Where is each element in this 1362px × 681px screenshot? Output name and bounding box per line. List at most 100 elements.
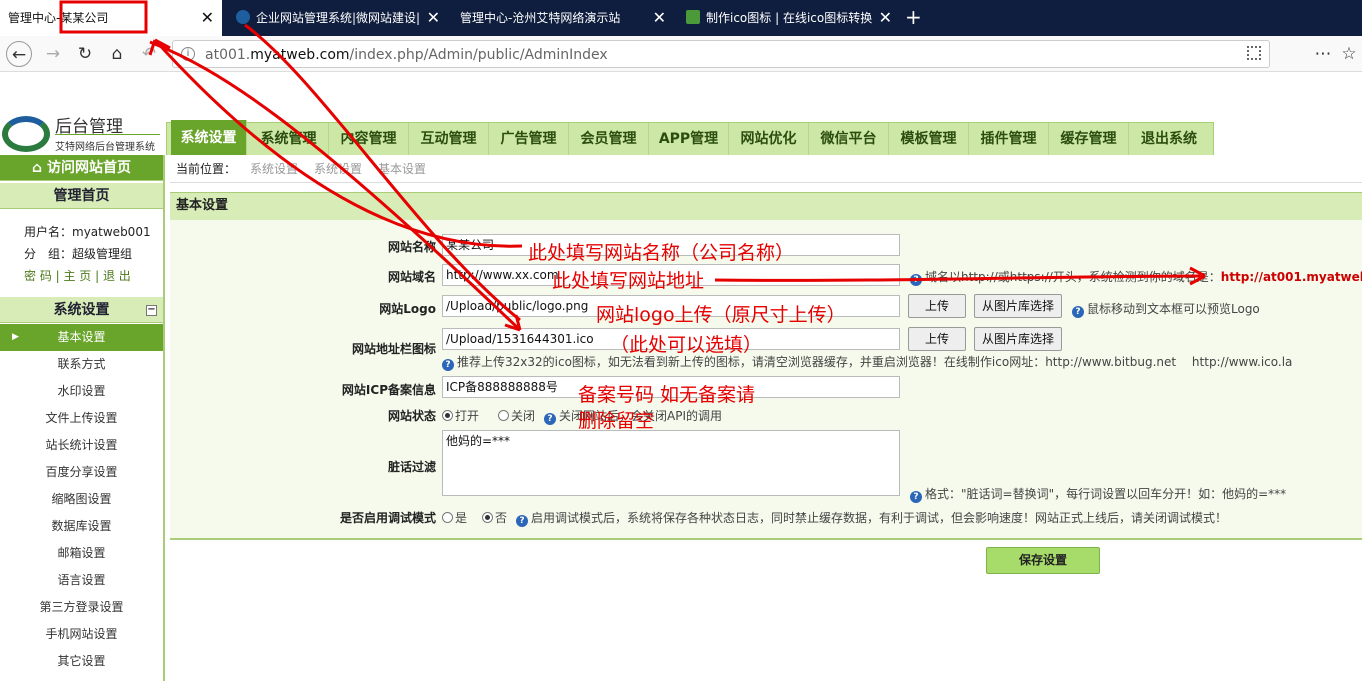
tab-title: 管理中心-沧州艾特网络演示站 <box>460 11 621 25</box>
logo-label: 网站Logo <box>379 302 436 316</box>
menu-member-manage[interactable]: 会员管理 <box>569 123 649 156</box>
tab-title-prefix: 管理中心- <box>8 11 61 25</box>
sidebar-item-third-party-login[interactable]: 第三方登录设置 <box>0 594 163 621</box>
home-icon[interactable]: ⌂ <box>104 41 130 67</box>
collapse-icon[interactable]: − <box>146 305 157 316</box>
visit-home-button[interactable]: ⌂ 访问网站首页 <box>0 155 163 181</box>
logo-icon <box>2 116 50 152</box>
status-label: 网站状态 <box>387 409 436 423</box>
sidebar-item-watermark[interactable]: 水印设置 <box>0 378 163 405</box>
filter-textarea[interactable]: 他妈的=*** <box>442 430 900 496</box>
icp-label: 网站ICP备案信息 <box>341 383 436 397</box>
sidebar-item-other[interactable]: 其它设置 <box>0 648 163 675</box>
logo-gallery-button[interactable]: 从图片库选择 <box>974 294 1062 318</box>
favicon-icon <box>236 10 250 24</box>
debug-yes-radio[interactable]: 是 <box>442 509 467 526</box>
url-text: at001.myatweb.com/index.php/Admin/public… <box>205 47 608 63</box>
sidebar-item-thumbnail[interactable]: 缩略图设置 <box>0 486 163 513</box>
menu-ad-manage[interactable]: 广告管理 <box>489 123 569 156</box>
info-icon[interactable]: i <box>181 47 195 61</box>
sidebar-item-mobile[interactable]: 手机网站设置 <box>0 621 163 648</box>
admin-home-link[interactable]: 管理首页 <box>0 183 163 209</box>
tab-title-highlight: 某某公司 <box>60 11 109 25</box>
tab-admin-center[interactable]: 管理中心-某某公司 ✕ <box>0 0 222 36</box>
breadcrumb-item[interactable]: 系统设置 <box>250 155 298 183</box>
user-links[interactable]: 密 码 | 主 页 | 退 出 <box>24 267 131 284</box>
sidebar-section-system-settings[interactable]: 系统设置 − <box>0 297 163 323</box>
star-icon[interactable]: ☆ <box>1336 41 1362 67</box>
tab-enterprise-system[interactable]: 企业网站管理系统|微网站建设| ✕ <box>228 0 448 36</box>
status-close-radio[interactable]: 关闭 <box>498 407 535 424</box>
menu-seo[interactable]: 网站优化 <box>729 123 809 156</box>
sidebar-item-database[interactable]: 数据库设置 <box>0 513 163 540</box>
favicon-label: 网站地址栏图标 <box>351 342 436 356</box>
menu-system-manage[interactable]: 系统管理 <box>249 123 329 156</box>
forward-icon[interactable]: → <box>40 41 66 67</box>
close-icon[interactable]: ✕ <box>653 0 666 36</box>
top-menu: 系统设置 系统管理 内容管理 互动管理 广告管理 会员管理 APP管理 网站优化… <box>166 120 1214 156</box>
sidebar-item-stats[interactable]: 站长统计设置 <box>0 432 163 459</box>
sidebar-item-baidu-share[interactable]: 百度分享设置 <box>0 459 163 486</box>
breadcrumb-item[interactable]: 系统设置 <box>314 155 362 183</box>
menu-content-manage[interactable]: 内容管理 <box>329 123 409 156</box>
group-info: 分 组：超级管理组 <box>24 247 133 261</box>
site-name-label: 网站名称 <box>387 240 436 254</box>
status-open-radio[interactable]: 打开 <box>442 407 479 424</box>
debug-no-radio[interactable]: 否 <box>482 509 507 526</box>
filter-label: 脏话过滤 <box>387 460 436 474</box>
help-icon: ? <box>910 274 922 286</box>
menu-template-manage[interactable]: 模板管理 <box>889 123 969 156</box>
logo-subtitle: 艾特网络后台管理系统 <box>55 142 155 153</box>
undo-icon[interactable]: ↶ <box>136 41 162 67</box>
close-icon[interactable]: ✕ <box>879 0 892 36</box>
annotation-site-name: 此处填写网站名称（公司名称） <box>528 242 795 264</box>
sidebar-item-email[interactable]: 邮箱设置 <box>0 540 163 567</box>
sidebar-item-language[interactable]: 语言设置 <box>0 567 163 594</box>
help-icon: ? <box>516 515 528 527</box>
help-icon: ? <box>910 491 922 503</box>
new-tab-button[interactable]: + <box>905 5 922 29</box>
favicon-upload-button[interactable]: 上传 <box>908 327 966 351</box>
help-icon: ? <box>442 359 454 371</box>
domain-hint: ? 域名以http://或https://开头，系统检测到你的域名是：http:/… <box>910 268 1362 286</box>
section-title: 基本设置 <box>170 192 1362 220</box>
annotation-favicon: （此处可以选填） <box>610 334 763 356</box>
menu-wechat[interactable]: 微信平台 <box>809 123 889 156</box>
domain-label: 网站域名 <box>387 270 436 284</box>
qr-code-icon[interactable] <box>1247 46 1261 60</box>
save-settings-button[interactable]: 保存设置 <box>986 547 1100 574</box>
logo-upload-button[interactable]: 上传 <box>908 294 966 318</box>
logo-divider <box>55 134 160 135</box>
menu-system-settings[interactable]: 系统设置 <box>171 120 247 156</box>
more-icon[interactable]: ⋯ <box>1310 41 1336 67</box>
help-icon: ? <box>544 413 556 425</box>
breadcrumb: 当前位置： 系统设置 系统设置 基本设置 <box>170 155 1362 183</box>
tab-ico-maker[interactable]: 制作ico图标 | 在线ico图标转换 ✕ <box>678 0 900 36</box>
arrow-right-icon: ▶ <box>12 332 19 342</box>
user-info: 用户名：myatweb001 <box>24 225 151 239</box>
home-icon: ⌂ <box>32 160 47 176</box>
menu-cache-manage[interactable]: 缓存管理 <box>1049 123 1129 156</box>
menu-logout[interactable]: 退出系统 <box>1129 123 1209 156</box>
debug-hint: ? 启用调试模式后，系统将保存各种状态日志，同时禁止缓存数据，有利于调试，但会影响… <box>516 509 1227 527</box>
sidebar-item-upload[interactable]: 文件上传设置 <box>0 405 163 432</box>
tab-demo-site[interactable]: 管理中心-沧州艾特网络演示站 ✕ <box>452 0 674 36</box>
menu-plugin-manage[interactable]: 插件管理 <box>969 123 1049 156</box>
filter-hint: ? 格式："脏话词=替换词"，每行词设置以回车分开！如：他妈的=*** <box>910 485 1286 503</box>
favicon-gallery-button[interactable]: 从图片库选择 <box>974 327 1062 351</box>
close-icon[interactable]: ✕ <box>427 0 440 36</box>
sidebar-item-basic[interactable]: ▶ 基本设置 <box>0 324 163 351</box>
settings-form: 网站名称 某某公司 网站域名 http://www.xx.com ? 域名以htt… <box>170 220 1362 540</box>
sidebar-item-contact[interactable]: 联系方式 <box>0 351 163 378</box>
breadcrumb-item[interactable]: 基本设置 <box>378 155 426 183</box>
annotation-logo: 网站logo上传（原尺寸上传） <box>596 304 846 326</box>
menu-interaction-manage[interactable]: 互动管理 <box>409 123 489 156</box>
logo-hint: ? 鼠标移动到文本框可以预览Logo <box>1072 300 1260 318</box>
browser-toolbar: ← → ↻ ⌂ ↶ i at001.myatweb.com/index.php/… <box>0 36 1362 72</box>
address-bar[interactable]: i at001.myatweb.com/index.php/Admin/publ… <box>172 40 1270 68</box>
back-icon[interactable]: ← <box>6 41 32 67</box>
menu-app-manage[interactable]: APP管理 <box>649 123 729 156</box>
favicon-hint: ? 推荐上传32x32的ico图标，如无法看到新上传的图标，请清空浏览器缓存，并重… <box>442 353 1292 371</box>
reload-icon[interactable]: ↻ <box>72 41 98 67</box>
close-icon[interactable]: ✕ <box>201 0 214 36</box>
